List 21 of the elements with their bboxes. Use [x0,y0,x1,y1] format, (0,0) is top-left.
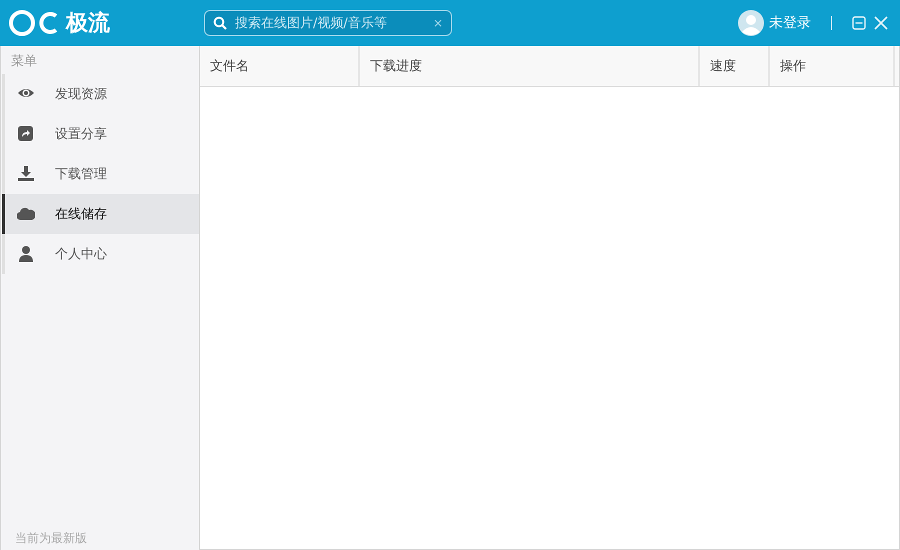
menu-heading: 菜单 [10,53,38,71]
cloud-icon [17,205,35,223]
app-logo-text: 极流 [66,10,110,38]
close-icon[interactable] [874,16,888,30]
column-header: 速度 [700,46,770,86]
column-header: 下载进度 [360,46,700,86]
column-header: 操作 [770,46,895,86]
sidebar-item[interactable]: 设置分享 [2,114,199,154]
download-icon [17,165,35,183]
column-header: 文件名 [200,46,360,86]
avatar-icon[interactable] [738,10,764,36]
sidebar-item[interactable]: 在线储存 [2,194,199,234]
share-icon [17,125,35,143]
version-status: 当前为最新版 [14,530,88,547]
sidebar-item[interactable]: 下载管理 [2,154,199,194]
sidebar-item[interactable]: 个人中心 [2,234,199,274]
search-icon [213,16,227,30]
minimize-icon[interactable] [852,16,866,30]
logo-icon [8,9,60,37]
person-icon [17,245,35,263]
sidebar-item[interactable]: 发现资源 [2,74,199,114]
